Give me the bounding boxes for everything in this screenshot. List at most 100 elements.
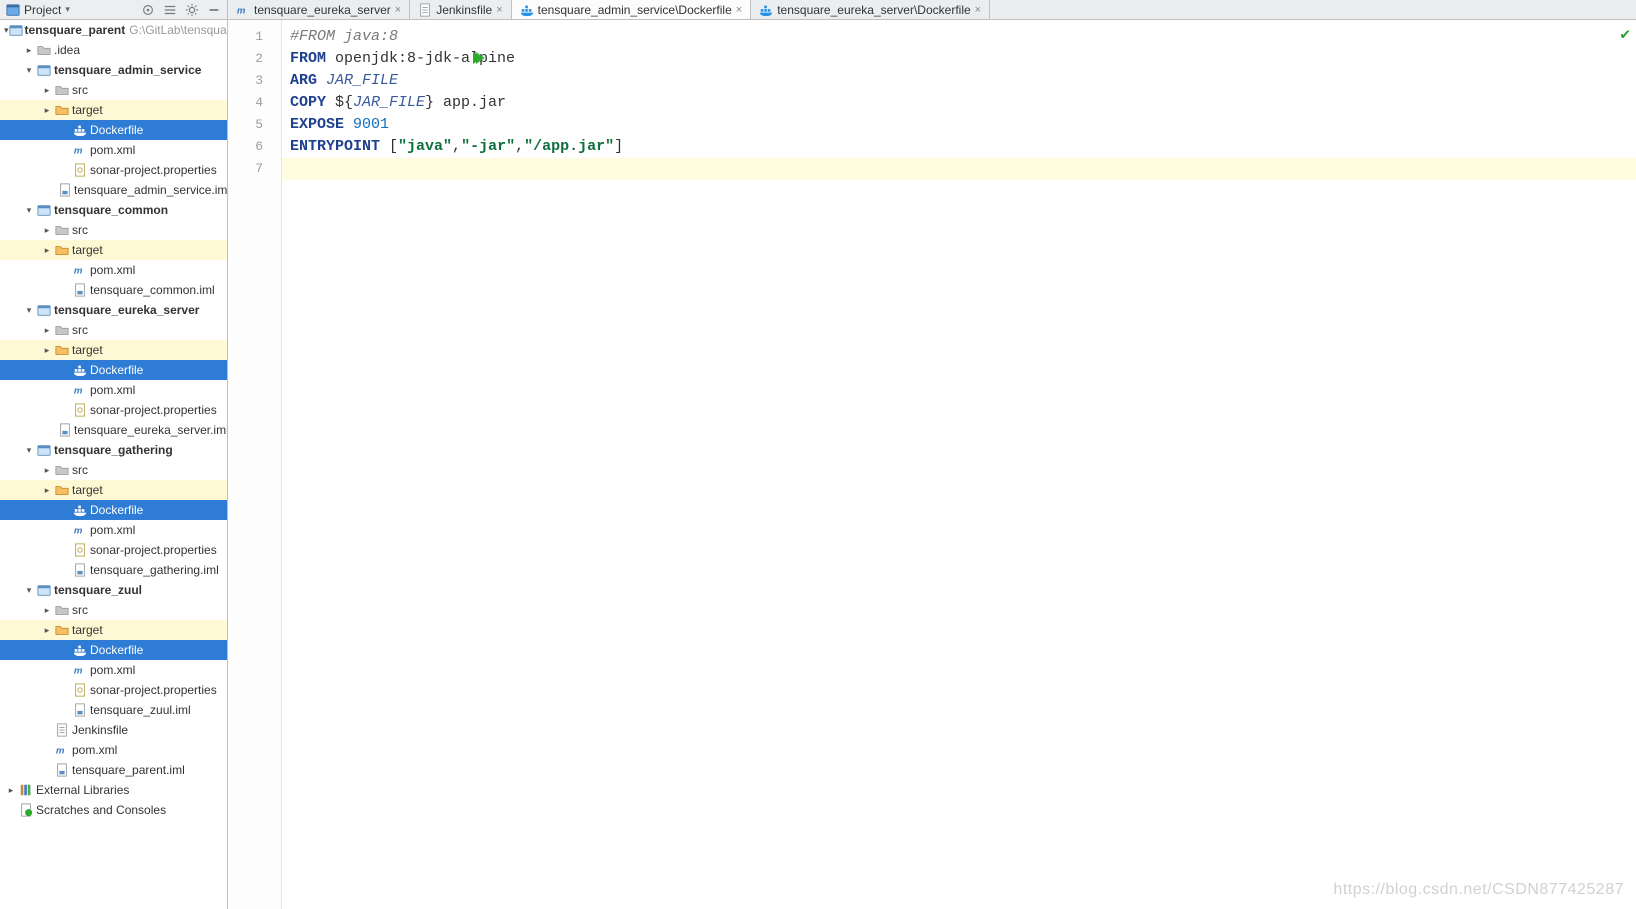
code-line[interactable]: COPY ${JAR_FILE} app.jar [282, 92, 1636, 114]
tree-node[interactable]: ▾tensquare_eureka_server [0, 300, 227, 320]
run-gutter-icon[interactable] [470, 50, 486, 69]
properties-icon [72, 542, 88, 558]
tree-node[interactable]: mpom.xml [0, 380, 227, 400]
tree-node[interactable]: sonar-project.properties [0, 400, 227, 420]
tree-node[interactable]: tensquare_admin_service.iml [0, 180, 227, 200]
folder-orange-icon [54, 102, 70, 118]
iml-icon [72, 702, 88, 718]
expand-arrow-icon[interactable]: ▸ [40, 220, 54, 240]
close-icon[interactable]: × [395, 4, 401, 16]
expand-arrow-icon[interactable]: ▸ [40, 240, 54, 260]
tree-node[interactable]: ▸src [0, 220, 227, 240]
expand-arrow-icon[interactable]: ▸ [40, 480, 54, 500]
code-line[interactable]: EXPOSE 9001 [282, 114, 1636, 136]
tree-node[interactable]: ▾ tensquare_zuul [0, 580, 227, 600]
expand-arrow-icon[interactable]: ▾ [22, 580, 36, 600]
project-tree[interactable]: ▾tensquare_parentG:\GitLab\tensquare...▸… [0, 20, 228, 909]
line-number: 2 [228, 48, 281, 70]
tree-node[interactable]: ▾tensquare_admin_service [0, 60, 227, 80]
expand-arrow-icon[interactable]: ▸ [40, 340, 54, 360]
tree-label: tensquare_zuul [54, 580, 142, 600]
tree-node[interactable]: sonar-project.properties [0, 540, 227, 560]
tree-node[interactable]: Dockerfile [0, 640, 227, 660]
tab-label: tensquare_eureka_server [254, 3, 391, 17]
editor-tab[interactable]: mtensquare_eureka_server× [228, 0, 410, 19]
library-icon [18, 782, 34, 798]
tree-node[interactable]: ▸target [0, 480, 227, 500]
tree-node[interactable]: ▸External Libraries [0, 780, 227, 800]
tree-node[interactable]: sonar-project.properties [0, 160, 227, 180]
tab-label: tensquare_eureka_server\Dockerfile [777, 3, 970, 17]
editor-tab[interactable]: tensquare_admin_service\Dockerfile× [512, 0, 752, 19]
expand-arrow-icon[interactable]: ▾ [22, 300, 36, 320]
tree-node[interactable]: tensquare_zuul.iml [0, 700, 227, 720]
expand-arrow-icon[interactable]: ▾ [22, 200, 36, 220]
tree-node[interactable]: ▸target [0, 620, 227, 640]
target-icon[interactable] [141, 3, 155, 17]
tree-node[interactable]: ▸src [0, 460, 227, 480]
expand-arrow-icon[interactable]: ▸ [40, 80, 54, 100]
tree-node[interactable]: ▸src [0, 80, 227, 100]
minimize-icon[interactable] [207, 3, 221, 17]
expand-arrow-icon[interactable]: ▸ [40, 320, 54, 340]
expand-arrow-icon[interactable]: ▸ [40, 100, 54, 120]
module-icon [36, 202, 52, 218]
tree-label: tensquare_common.iml [90, 280, 215, 300]
code-line[interactable]: #FROM java:8 [282, 26, 1636, 48]
tree-node[interactable]: Jenkinsfile [0, 720, 227, 740]
editor-tabs: mtensquare_eureka_server×Jenkinsfile×ten… [228, 0, 1636, 19]
code-editor[interactable]: #FROM java:8FROM openjdk:8-jdk-alpineARG… [282, 20, 1636, 909]
tree-node[interactable]: mpom.xml [0, 660, 227, 680]
expand-arrow-icon[interactable]: ▸ [40, 620, 54, 640]
tree-node[interactable]: ▸.idea [0, 40, 227, 60]
expand-arrow-icon[interactable]: ▸ [4, 780, 18, 800]
tree-node[interactable]: Dockerfile [0, 360, 227, 380]
close-icon[interactable]: × [496, 4, 502, 16]
properties-icon [72, 162, 88, 178]
tree-node[interactable]: tensquare_eureka_server.iml [0, 420, 227, 440]
folder-gray-icon [54, 222, 70, 238]
expand-arrow-icon[interactable]: ▸ [40, 460, 54, 480]
tree-node[interactable]: tensquare_common.iml [0, 280, 227, 300]
tree-node[interactable]: ▾tensquare_parentG:\GitLab\tensquare... [0, 20, 227, 40]
project-tool-selector[interactable]: Project ▾ [0, 0, 228, 19]
scratch-icon [18, 802, 34, 818]
tree-node[interactable]: ▸target [0, 100, 227, 120]
tree-node[interactable]: Scratches and Consoles [0, 800, 227, 820]
tree-node[interactable]: ▸target [0, 240, 227, 260]
code-line[interactable]: ARG JAR_FILE [282, 70, 1636, 92]
docker-icon [72, 362, 88, 378]
tree-label: pom.xml [90, 260, 135, 280]
tree-node[interactable]: ▾tensquare_gathering [0, 440, 227, 460]
collapse-icon[interactable] [163, 3, 177, 17]
code-line[interactable]: ENTRYPOINT ["java","-jar","/app.jar"] [282, 136, 1636, 158]
top-bar: Project ▾ mtensquare_eureka_server×Jenki… [0, 0, 1636, 20]
code-line[interactable] [282, 158, 1636, 180]
folder-orange-icon [54, 482, 70, 498]
expand-arrow-icon[interactable]: ▾ [22, 60, 36, 80]
gear-icon[interactable] [185, 3, 199, 17]
tree-node[interactable]: ▸target [0, 340, 227, 360]
tree-node[interactable]: mpom.xml [0, 260, 227, 280]
expand-arrow-icon[interactable]: ▾ [22, 440, 36, 460]
tree-node[interactable]: sonar-project.properties [0, 680, 227, 700]
tree-node[interactable]: mpom.xml [0, 740, 227, 760]
editor-tab[interactable]: tensquare_eureka_server\Dockerfile × [751, 0, 990, 19]
tree-node[interactable]: mpom.xml [0, 520, 227, 540]
svg-text:m: m [74, 526, 83, 537]
tree-node[interactable]: ▸ src [0, 320, 227, 340]
tree-label: src [72, 320, 88, 340]
tree-node[interactable]: Dockerfile [0, 500, 227, 520]
tree-node[interactable]: Dockerfile [0, 120, 227, 140]
expand-arrow-icon[interactable]: ▸ [22, 40, 36, 60]
expand-arrow-icon[interactable]: ▸ [40, 600, 54, 620]
close-icon[interactable]: × [975, 4, 981, 16]
close-icon[interactable]: × [736, 4, 742, 16]
tree-node[interactable]: ▾tensquare_common [0, 200, 227, 220]
editor-tab[interactable]: Jenkinsfile× [410, 0, 511, 19]
tree-label: pom.xml [90, 660, 135, 680]
tree-node[interactable]: ▸src [0, 600, 227, 620]
tree-node[interactable]: tensquare_parent.iml [0, 760, 227, 780]
tree-node[interactable]: mpom.xml [0, 140, 227, 160]
tree-node[interactable]: tensquare_gathering.iml [0, 560, 227, 580]
